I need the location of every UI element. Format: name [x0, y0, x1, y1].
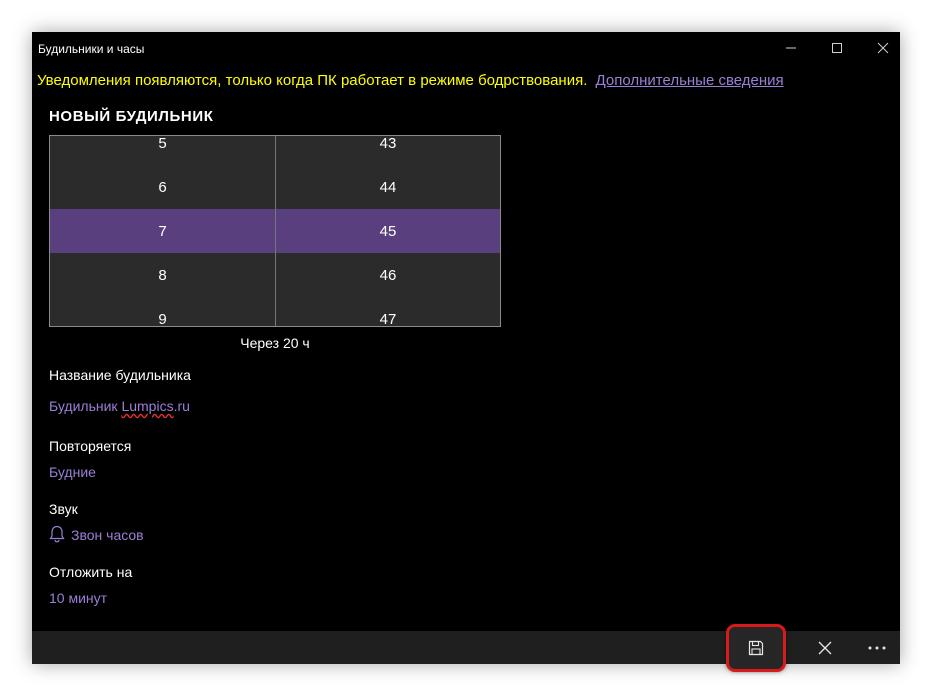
- title-bar[interactable]: Будильники и часы: [32, 32, 900, 64]
- minute-item[interactable]: 47: [276, 298, 500, 326]
- spellcheck-underlined-word: Lumpics: [121, 398, 174, 414]
- hour-item[interactable]: 5: [50, 136, 275, 166]
- time-picker[interactable]: 5 6 7 8 9 43 44 45 46 47: [49, 135, 501, 327]
- minute-item[interactable]: 46: [276, 254, 500, 298]
- save-button[interactable]: [726, 624, 786, 672]
- minute-item[interactable]: 44: [276, 166, 500, 210]
- notification-banner: Уведомления появляются, только когда ПК …: [37, 72, 784, 89]
- page-title: НОВЫЙ БУДИЛЬНИК: [49, 108, 214, 125]
- cancel-button[interactable]: [797, 631, 853, 664]
- hour-item[interactable]: 8: [50, 254, 275, 298]
- more-info-link[interactable]: Дополнительные сведения: [596, 72, 784, 89]
- hour-item[interactable]: 9: [50, 298, 275, 326]
- minute-item[interactable]: 43: [276, 136, 500, 166]
- sound-label: Звук: [49, 501, 78, 517]
- minute-column[interactable]: 43 44 45 46 47: [276, 136, 500, 326]
- alarm-name-suffix: .ru: [173, 398, 190, 414]
- more-icon: [868, 646, 886, 649]
- snooze-label: Отложить на: [49, 564, 133, 580]
- bell-icon: [49, 525, 65, 543]
- close-icon: [877, 42, 889, 54]
- repeat-label: Повторяется: [49, 438, 132, 454]
- snooze-selector[interactable]: 10 минут: [49, 590, 107, 606]
- hour-item[interactable]: 6: [50, 166, 275, 210]
- minimize-button[interactable]: [768, 32, 814, 64]
- close-window-button[interactable]: [860, 32, 906, 64]
- maximize-button[interactable]: [814, 32, 860, 64]
- more-options-button[interactable]: [854, 631, 900, 664]
- alarm-name-label: Название будильника: [49, 367, 191, 383]
- hour-column[interactable]: 5 6 7 8 9: [50, 136, 275, 326]
- repeat-selector[interactable]: Будние: [49, 464, 96, 480]
- alarm-name-field[interactable]: Будильник Lumpics.ru: [49, 398, 190, 414]
- sound-value: Звон часов: [71, 527, 144, 543]
- save-icon: [748, 640, 764, 656]
- hour-item-selected[interactable]: 7: [50, 210, 275, 254]
- sound-selector[interactable]: Звон часов: [49, 525, 144, 543]
- maximize-icon: [832, 43, 842, 53]
- minute-item-selected[interactable]: 45: [276, 210, 500, 254]
- minimize-icon: [786, 47, 796, 49]
- app-window: Будильники и часы Уведомления появляются…: [32, 32, 900, 672]
- app-title: Будильники и часы: [38, 42, 145, 56]
- close-icon: [818, 641, 832, 654]
- alarm-name-prefix: Будильник: [49, 398, 122, 414]
- notification-text: Уведомления появляются, только когда ПК …: [37, 72, 588, 89]
- time-remaining-text: Через 20 ч: [240, 335, 310, 351]
